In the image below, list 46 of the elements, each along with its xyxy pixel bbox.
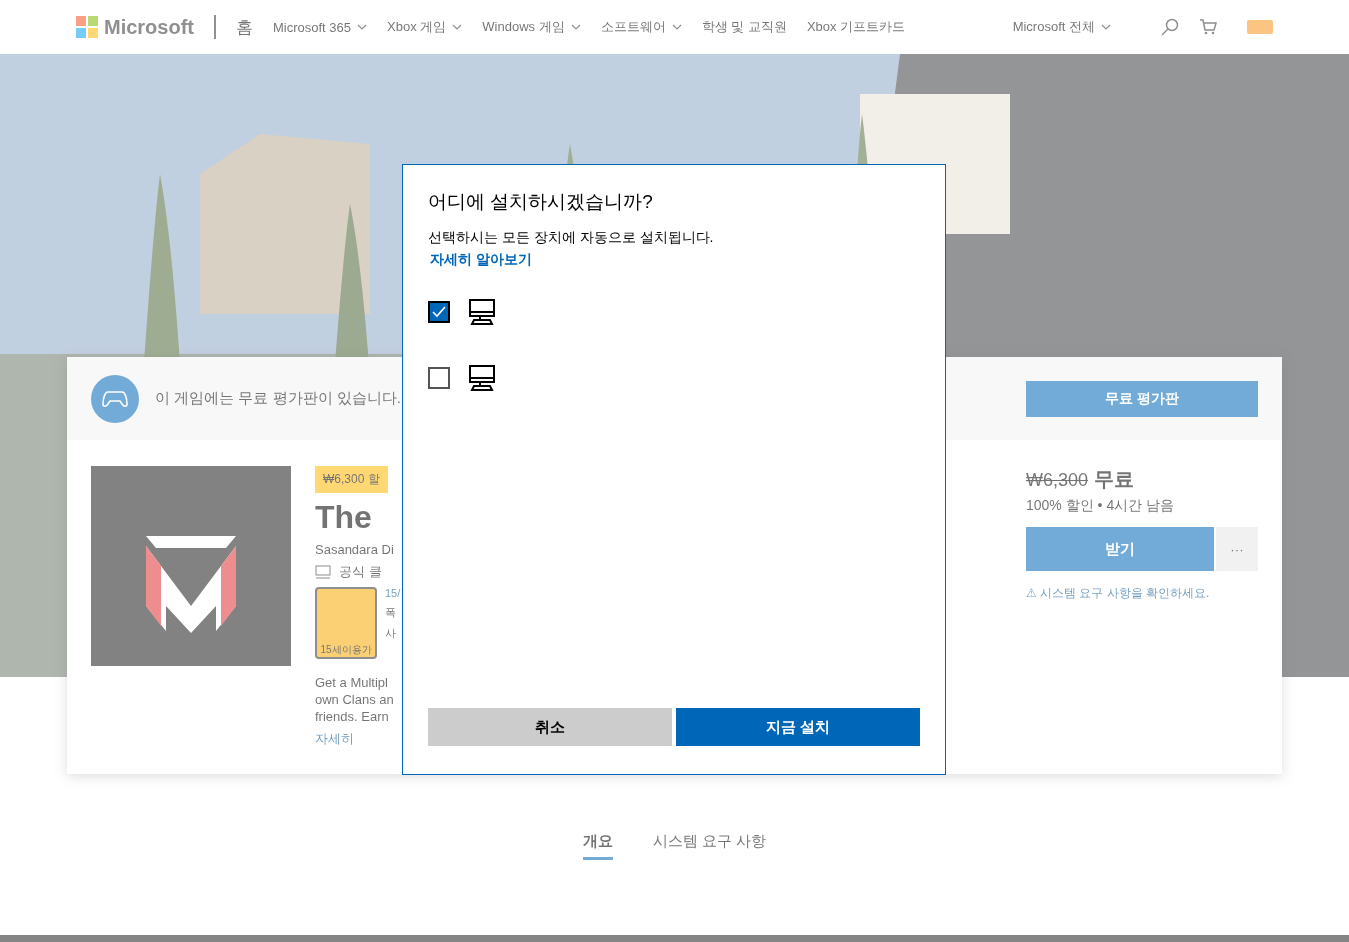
get-button[interactable]: 받기 [1026,527,1214,571]
game-title: The [315,499,372,536]
description-line: Get a Multipl [315,675,389,690]
more-options-button[interactable]: ··· [1216,527,1258,571]
chevron-down-icon [1101,24,1111,30]
free-trial-button[interactable]: 무료 평가판 [1026,380,1258,417]
cart-icon[interactable] [1199,18,1217,36]
requirements-link[interactable]: ⚠ 시스템 요구 사항을 확인하세요. [1026,585,1210,602]
cancel-button[interactable]: 취소 [428,708,672,746]
club-link[interactable]: 공식 클 [339,563,382,581]
nav-menu-item[interactable]: Xbox 기프트카드 [806,18,906,36]
all-microsoft-menu[interactable]: Microsoft 전체 [1012,18,1111,36]
current-price: 무료 [1094,467,1135,492]
trial-text: 이 게임에는 무료 평가판이 있습니다. [155,389,401,408]
nav-menu-item[interactable]: Microsoft 365 [273,19,368,35]
nav-menu-item[interactable]: 소프트웨어 [600,18,682,36]
discount-badge: ₩6,300 할 [315,466,388,493]
rating-text: 15/ [385,587,401,599]
nav-menu-item[interactable]: Xbox 게임 [387,18,463,36]
nav-menu-item[interactable]: Windows 게임 [482,18,581,36]
device-checkbox[interactable] [428,301,450,323]
home-link[interactable]: 홈 [236,15,253,39]
device-checkbox[interactable] [428,367,450,389]
page-tab[interactable]: 개요 [582,832,613,860]
age-rating-badge: 15세이용가 [315,587,377,659]
dialog-title: 어디에 설치하시겠습니까? [428,190,654,214]
rating-text: 폭 [385,605,397,620]
brand-name[interactable]: Microsoft [104,15,194,39]
controller-icon [102,389,128,408]
description-line: own Clans an [315,692,394,707]
windows-logo-icon [76,16,98,38]
publisher-text: Sasandara Di [315,542,394,557]
discount-text: 100% 할인 • 4시간 남음 [1026,497,1175,515]
search-icon[interactable] [1161,18,1179,36]
rating-text: 사 [385,626,397,641]
original-price: ₩6,300 [1026,470,1089,491]
learn-more-link[interactable]: 자세히 알아보기 [430,251,532,269]
page-tab[interactable]: 시스템 요구 사항 [652,832,767,860]
install-now-button[interactable]: 지금 설치 [676,708,920,746]
description-line: friends. Earn [315,709,390,724]
desktop-computer-icon [468,299,496,325]
more-link[interactable]: 자세히 [315,730,354,748]
nav-menu-item[interactable]: 학생 및 교직원 [701,18,787,36]
checkmark-icon [432,306,446,318]
desktop-computer-icon [468,365,496,391]
dialog-subtitle: 선택하시는 모든 장치에 자동으로 설치됩니다. [428,229,715,247]
